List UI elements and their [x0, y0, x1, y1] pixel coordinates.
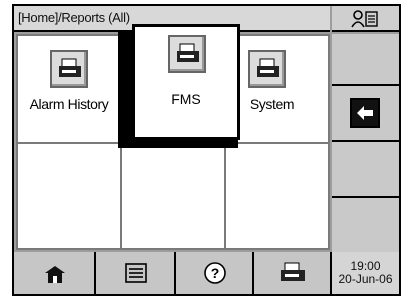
- report-tile-system[interactable]: System: [226, 36, 328, 142]
- svg-text:?: ?: [211, 265, 220, 281]
- report-label: FMS: [171, 91, 201, 107]
- user-list-icon: [351, 10, 378, 28]
- device-screen: [Home]/Reports (All) Alarm History Syste…: [12, 4, 401, 296]
- clock-date: 20-Jun-06: [338, 272, 393, 286]
- screen-inner: [Home]/Reports (All) Alarm History Syste…: [14, 6, 399, 294]
- user-button[interactable]: [332, 6, 399, 32]
- bottom-toolbar: ? 19:00 20-Jun-06: [14, 252, 399, 294]
- report-tile-fms[interactable]: FMS: [132, 24, 240, 140]
- printer-icon: [281, 262, 305, 281]
- empty-tile: [226, 144, 328, 248]
- help-button[interactable]: ?: [176, 252, 254, 294]
- report-label: Alarm History: [29, 96, 109, 112]
- list-icon: [125, 263, 147, 283]
- side-button-3: [332, 142, 399, 198]
- side-button-1: [332, 34, 399, 86]
- list-button[interactable]: [96, 252, 176, 294]
- printer-icon: [248, 50, 286, 88]
- clock-display: 19:00 20-Jun-06: [332, 252, 399, 294]
- empty-tile: [18, 144, 120, 248]
- home-icon: [45, 266, 65, 283]
- report-tile-alarm-history[interactable]: Alarm History: [18, 36, 120, 142]
- printer-icon: [168, 35, 206, 73]
- print-button[interactable]: [254, 252, 332, 294]
- printer-icon: [50, 50, 88, 88]
- back-button[interactable]: [332, 86, 399, 142]
- empty-tile: [122, 144, 224, 248]
- side-button-4: [332, 198, 399, 252]
- help-icon: ?: [204, 262, 226, 284]
- home-button[interactable]: [14, 252, 96, 294]
- back-arrow-icon: [350, 98, 380, 128]
- breadcrumb: [Home]/Reports (All): [18, 10, 130, 25]
